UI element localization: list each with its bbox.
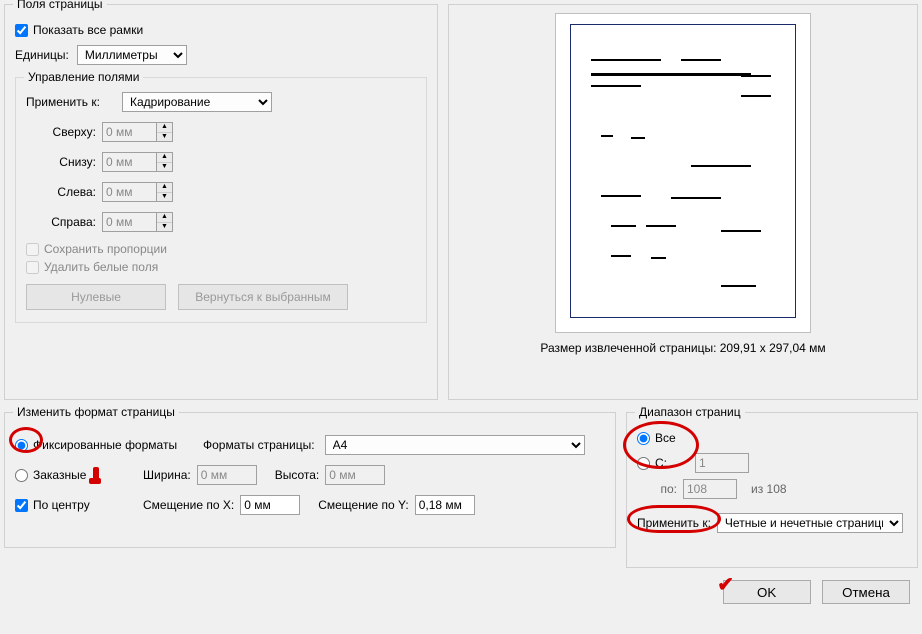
page-formats-label: Форматы страницы: [203,438,315,452]
units-label: Единицы: [15,48,69,62]
page-margins-legend: Поля страницы [13,0,107,11]
margin-top-label: Сверху: [26,125,96,139]
page-preview-frame [570,24,796,318]
custom-label: Заказные [33,468,143,482]
fixed-formats-label: Фиксированные форматы [33,438,203,452]
remove-white-label: Удалить белые поля [44,260,158,274]
range-to-input[interactable] [683,479,737,499]
margin-right-spinner[interactable]: ▲▼ [157,212,173,232]
margin-left-spinner[interactable]: ▲▼ [157,182,173,202]
keep-ratio-checkbox[interactable] [26,243,39,256]
height-label: Высота: [275,468,320,482]
width-input[interactable] [197,465,257,485]
offset-x-label: Смещение по X: [143,498,234,512]
page-margins-group: Поля страницы Показать все рамки Единицы… [4,4,438,400]
revert-button[interactable]: Вернуться к выбранным [178,284,348,310]
manage-margins-legend: Управление полями [24,70,143,84]
range-all-radio[interactable] [637,432,650,445]
margin-left-input[interactable] [102,182,157,202]
remove-white-checkbox[interactable] [26,261,39,274]
margin-bottom-input[interactable] [102,152,157,172]
offset-y-label: Смещение по Y: [318,498,409,512]
margin-right-label: Справа: [26,215,96,229]
page-preview [555,13,811,333]
manage-margins-group: Управление полями Применить к: Кадрирова… [15,77,427,323]
zero-button[interactable]: Нулевые [26,284,166,310]
apply-to-select[interactable]: Кадрирование [122,92,272,112]
range-of-label: из 108 [751,482,787,496]
margin-left-label: Слева: [26,185,96,199]
center-label: По центру [33,498,143,512]
page-range-group: Диапазон страниц Все С: по: из 108 Приме… [626,412,918,568]
range-apply-select[interactable]: Четные и нечетные страницы [717,513,903,533]
fixed-formats-radio[interactable] [15,439,28,452]
margin-right-input[interactable] [102,212,157,232]
range-to-label: по: [637,482,677,496]
width-label: Ширина: [143,468,191,482]
apply-to-label: Применить к: [26,95,116,109]
height-input[interactable] [325,465,385,485]
range-apply-label: Применить к: [637,516,711,530]
margin-top-spinner[interactable]: ▲▼ [157,122,173,142]
keep-ratio-label: Сохранить пропорции [44,242,167,256]
range-from-label: С: [655,456,677,470]
extracted-size-label: Размер извлеченной страницы: 209,91 x 29… [459,341,907,355]
resize-group: Изменить формат страницы Фиксированные ф… [4,412,616,548]
custom-radio[interactable] [15,469,28,482]
center-checkbox[interactable] [15,499,28,512]
cancel-button[interactable]: Отмена [822,580,910,604]
page-format-select[interactable]: A4 [325,435,585,455]
margin-top-input[interactable] [102,122,157,142]
range-from-input[interactable] [695,453,749,473]
show-all-frames-label: Показать все рамки [33,23,143,37]
offset-x-input[interactable] [240,495,300,515]
margin-bottom-spinner[interactable]: ▲▼ [157,152,173,172]
resize-legend: Изменить формат страницы [13,405,179,419]
units-select[interactable]: Миллиметры [77,45,187,65]
page-range-legend: Диапазон страниц [635,405,745,419]
range-all-label: Все [655,431,676,445]
range-from-radio[interactable] [637,457,650,470]
offset-y-input[interactable] [415,495,475,515]
ok-button[interactable]: OK [723,580,811,604]
margin-bottom-label: Снизу: [26,155,96,169]
preview-group: . [448,4,918,400]
show-all-frames-checkbox[interactable] [15,24,28,37]
